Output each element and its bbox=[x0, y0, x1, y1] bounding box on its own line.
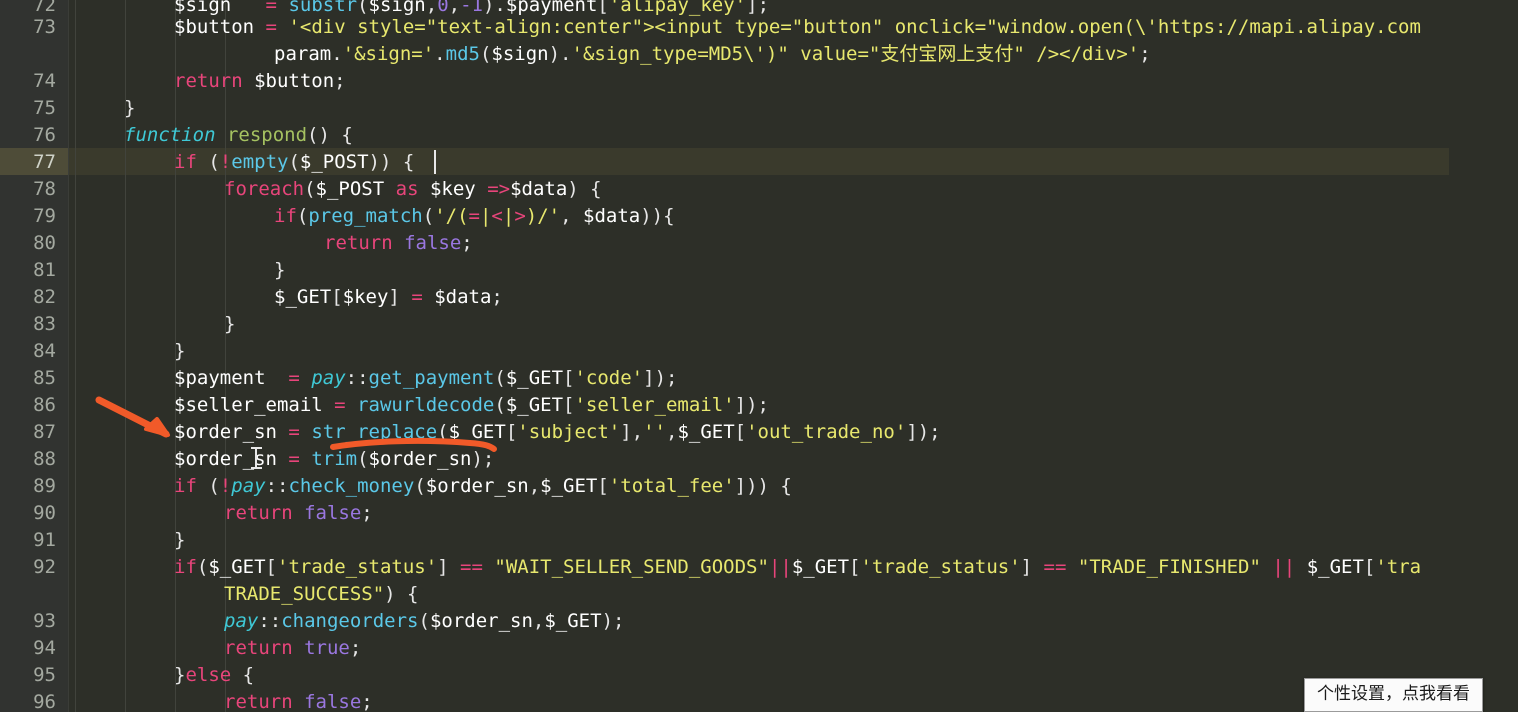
line-number[interactable]: 73 bbox=[0, 14, 56, 41]
code-line-94[interactable]: return true; bbox=[224, 635, 361, 662]
code-line-73-wrap[interactable]: param.'&sign='.md5($sign).'&sign_type=MD… bbox=[274, 41, 1151, 68]
code-line-83[interactable]: } bbox=[224, 311, 235, 338]
code-line-92[interactable]: if($_GET['trade_status'] == "WAIT_SELLER… bbox=[174, 554, 1421, 581]
mouse-ibeam-cursor bbox=[251, 446, 262, 470]
code-line-75[interactable]: } bbox=[124, 95, 135, 122]
line-number[interactable]: 87 bbox=[0, 419, 56, 446]
code-line-88[interactable]: $order_sn = trim($order_sn); bbox=[174, 446, 494, 473]
code-line-89[interactable]: if (!pay::check_money($order_sn,$_GET['t… bbox=[174, 473, 792, 500]
code-line-85[interactable]: $payment = pay::get_payment($_GET['code'… bbox=[174, 365, 677, 392]
code-line-95[interactable]: }else { bbox=[174, 662, 254, 689]
text-caret bbox=[434, 150, 436, 174]
code-line-77[interactable]: if (!empty($_POST)) { bbox=[174, 149, 414, 176]
code-line-96[interactable]: return false; bbox=[224, 689, 373, 712]
line-number[interactable]: 76 bbox=[0, 122, 56, 149]
code-line-76[interactable]: function respond() { bbox=[124, 122, 353, 149]
code-line-87[interactable]: $order_sn = str_replace($_GET['subject']… bbox=[174, 419, 941, 446]
code-editor[interactable]: $sign = substr($sign,0,-1).$payment['ali… bbox=[0, 0, 1518, 712]
line-number[interactable]: 86 bbox=[0, 392, 56, 419]
line-number[interactable]: 93 bbox=[0, 608, 56, 635]
code-line-80[interactable]: return false; bbox=[324, 230, 473, 257]
code-line-81[interactable]: } bbox=[274, 257, 285, 284]
code-line-93[interactable]: pay::changeorders($order_sn,$_GET); bbox=[224, 608, 624, 635]
line-number[interactable]: 81 bbox=[0, 257, 56, 284]
line-number[interactable]: 84 bbox=[0, 338, 56, 365]
line-number[interactable]: 91 bbox=[0, 527, 56, 554]
line-number[interactable]: 92 bbox=[0, 554, 56, 581]
line-number[interactable]: 88 bbox=[0, 446, 56, 473]
line-number[interactable]: 80 bbox=[0, 230, 56, 257]
indent-guide bbox=[75, 0, 76, 712]
line-number[interactable]: 74 bbox=[0, 68, 56, 95]
code-line-84[interactable]: } bbox=[174, 338, 185, 365]
code-line-79[interactable]: if(preg_match('/(=|<|>)/', $data)){ bbox=[274, 203, 675, 230]
code-line-92-wrap[interactable]: TRADE_SUCCESS") { bbox=[224, 581, 418, 608]
line-number[interactable]: 79 bbox=[0, 203, 56, 230]
gutter-divider bbox=[68, 0, 69, 712]
line-number[interactable]: 96 bbox=[0, 689, 56, 712]
line-number[interactable]: 95 bbox=[0, 662, 56, 689]
code-line-82[interactable]: $_GET[$key] = $data; bbox=[274, 284, 503, 311]
code-area[interactable]: $sign = substr($sign,0,-1).$payment['ali… bbox=[69, 0, 1518, 712]
code-line-73[interactable]: $button = '<div style="text-align:center… bbox=[174, 14, 1421, 41]
code-line-74[interactable]: return $button; bbox=[174, 68, 346, 95]
line-number[interactable]: 94 bbox=[0, 635, 56, 662]
line-number[interactable]: 89 bbox=[0, 473, 56, 500]
line-number[interactable]: 82 bbox=[0, 284, 56, 311]
line-number-current[interactable]: 77 bbox=[0, 149, 56, 176]
code-line-91[interactable]: } bbox=[174, 527, 185, 554]
code-line-86[interactable]: $seller_email = rawurldecode($_GET['sell… bbox=[174, 392, 769, 419]
settings-popup[interactable]: 个性设置，点我看看 bbox=[1304, 678, 1483, 712]
code-line-78[interactable]: foreach($_POST as $key =>$data) { bbox=[224, 176, 602, 203]
code-line-90[interactable]: return false; bbox=[224, 500, 373, 527]
line-number[interactable]: 83 bbox=[0, 311, 56, 338]
line-number[interactable]: 78 bbox=[0, 176, 56, 203]
line-number[interactable]: 75 bbox=[0, 95, 56, 122]
line-number[interactable]: 90 bbox=[0, 500, 56, 527]
line-number[interactable]: 85 bbox=[0, 365, 56, 392]
